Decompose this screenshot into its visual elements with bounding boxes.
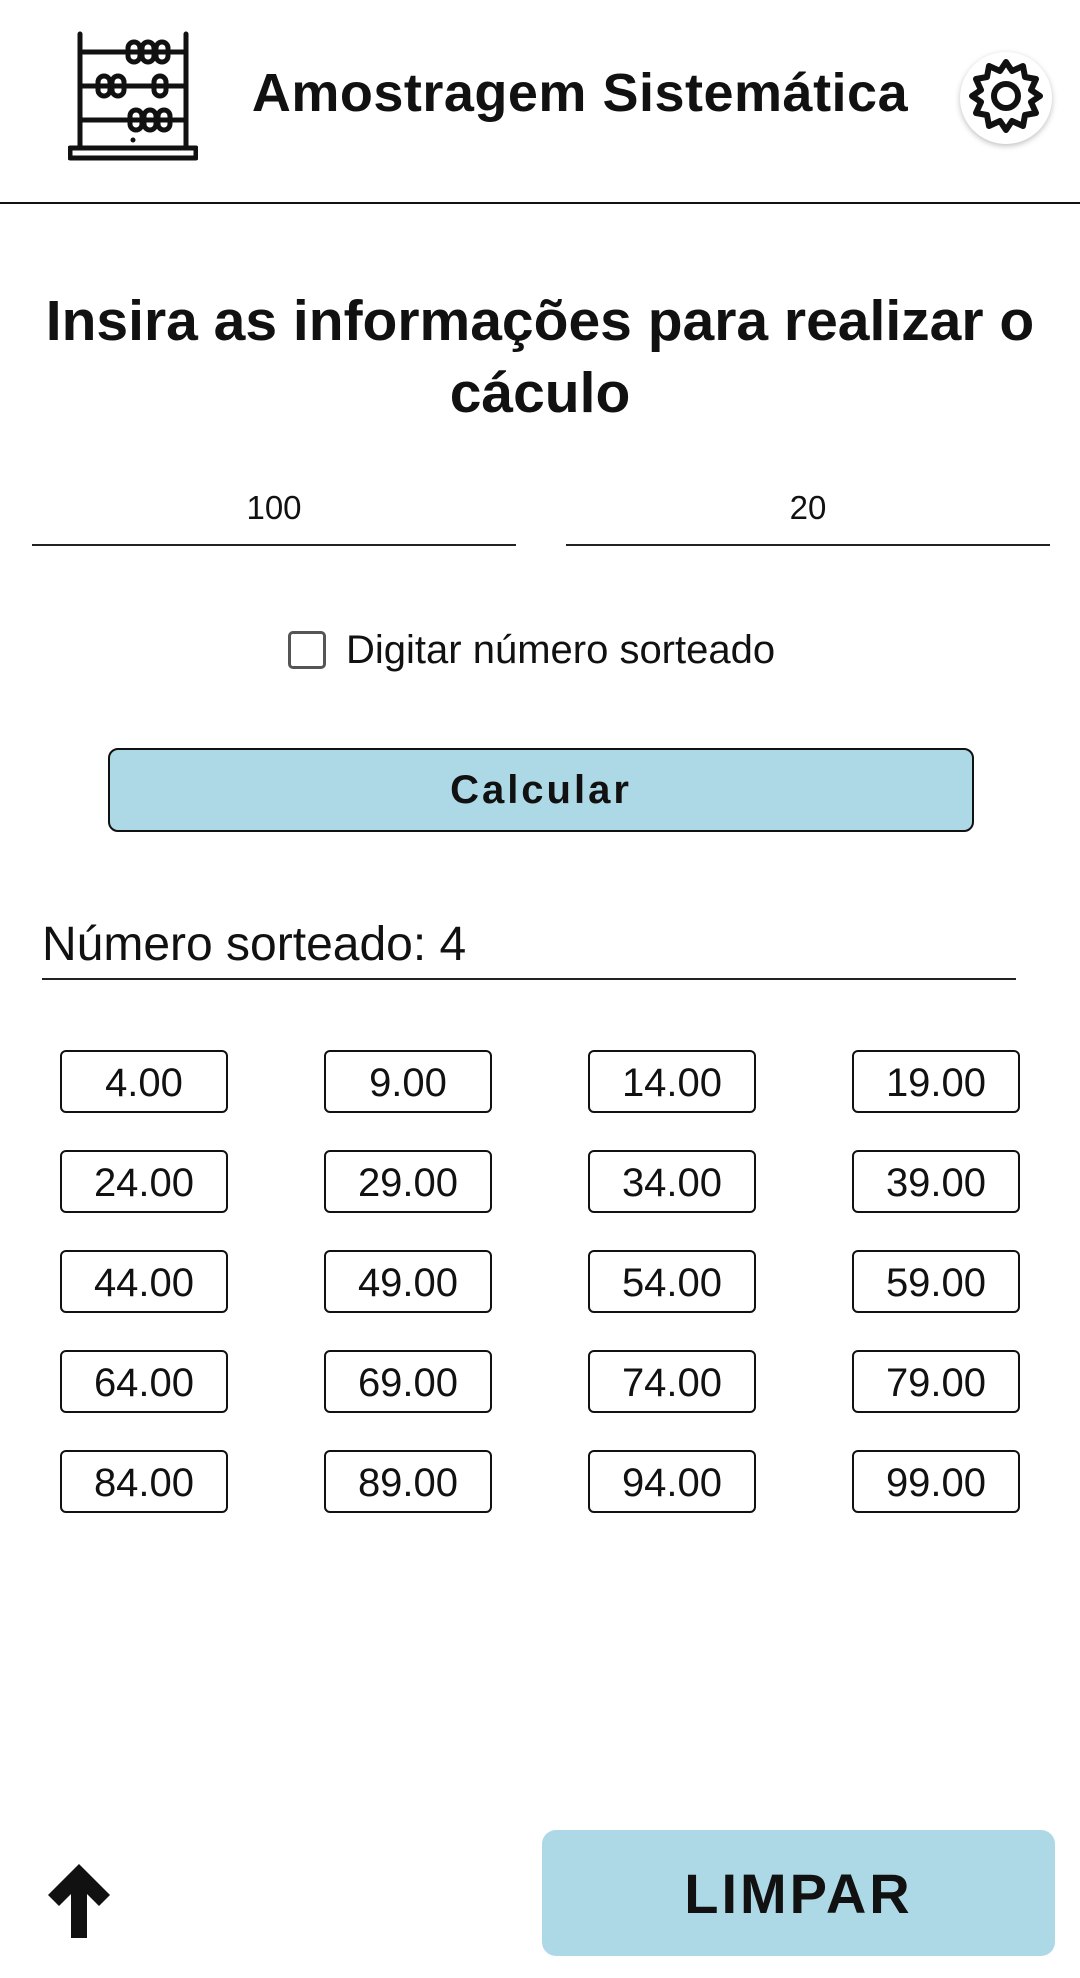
sample-value-cell: 24.00 [60, 1150, 228, 1213]
sample-value-cell: 29.00 [324, 1150, 492, 1213]
population-size-field-wrapper [32, 478, 516, 546]
sample-value-cell: 74.00 [588, 1350, 756, 1413]
scroll-up-button[interactable] [36, 1858, 122, 1944]
sample-value-cell: 99.00 [852, 1450, 1020, 1513]
settings-button[interactable] [960, 52, 1052, 144]
sample-value-cell: 69.00 [324, 1350, 492, 1413]
sample-value-cell: 4.00 [60, 1050, 228, 1113]
manual-number-checkbox[interactable] [288, 631, 326, 669]
sample-value-cell: 49.00 [324, 1250, 492, 1313]
sample-value-cell: 89.00 [324, 1450, 492, 1513]
gear-icon [966, 56, 1046, 141]
arrow-up-icon [36, 1864, 122, 1948]
app-title: Amostragem Sistemática [251, 63, 909, 123]
sample-value-cell: 39.00 [852, 1150, 1020, 1213]
instructions-heading: Insira as informações para realizar o cá… [45, 289, 1035, 425]
sample-value-cell: 19.00 [852, 1050, 1020, 1113]
clear-button[interactable]: LIMPAR [542, 1830, 1055, 1956]
app-root: Amostragem Sistemática Insira as informa… [0, 0, 1080, 1978]
abacus-icon [67, 30, 199, 162]
sample-values-grid: 4.00 9.00 14.00 19.00 24.00 29.00 34.00 39.00 44… [60, 1050, 1022, 1513]
sample-value-cell: 44.00 [60, 1250, 228, 1313]
sample-value-cell: 59.00 [852, 1250, 1020, 1313]
sample-value-cell: 64.00 [60, 1350, 228, 1413]
sample-value-cell: 9.00 [324, 1050, 492, 1113]
sample-value-cell: 34.00 [588, 1150, 756, 1213]
manual-number-checkbox-label[interactable]: Digitar número sorteado [346, 628, 775, 673]
calculate-button[interactable]: Calcular [108, 748, 974, 832]
sample-size-field-wrapper [566, 478, 1050, 546]
sample-value-cell: 79.00 [852, 1350, 1020, 1413]
drawn-number-result: Número sorteado: 4 [42, 912, 1016, 980]
population-size-input[interactable] [32, 478, 516, 538]
sample-value-cell: 94.00 [588, 1450, 756, 1513]
app-header: Amostragem Sistemática [0, 0, 1080, 204]
manual-number-checkbox-row[interactable]: Digitar número sorteado [288, 622, 775, 678]
sample-value-cell: 84.00 [60, 1450, 228, 1513]
sample-value-cell: 14.00 [588, 1050, 756, 1113]
sample-size-input[interactable] [566, 478, 1050, 538]
sample-value-cell: 54.00 [588, 1250, 756, 1313]
